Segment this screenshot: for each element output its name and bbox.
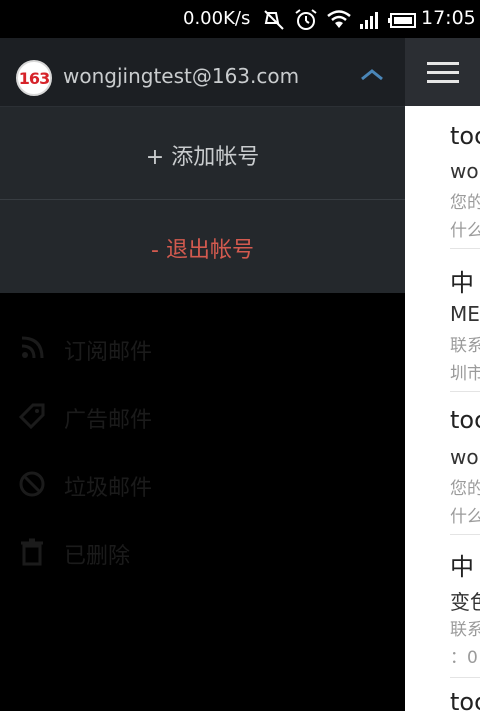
mail-sender: wo: [450, 159, 479, 183]
mail-preview: 圳市: [450, 364, 480, 384]
folder-deleted[interactable]: 已删除: [0, 532, 405, 572]
mail-preview: 联系: [450, 336, 480, 356]
mail-item[interactable]: 中 变色 联系 ：0: [450, 535, 480, 678]
mail-item[interactable]: toc: [450, 678, 480, 711]
folder-label: 已删除: [64, 544, 131, 569]
mail-subject: toc: [450, 688, 480, 711]
clock: 17:05: [421, 7, 476, 29]
mail-sender: 变色: [450, 590, 480, 614]
mail-subject: 中: [450, 269, 474, 297]
mail-subject: toc: [450, 122, 480, 150]
alarm-icon: [295, 9, 317, 30]
mail-preview: 您的: [450, 193, 480, 213]
account-menu: + 添加帐号 - 退出帐号: [0, 107, 405, 293]
add-account-button[interactable]: + 添加帐号: [0, 107, 405, 200]
hamburger-menu-icon[interactable]: [405, 38, 480, 106]
add-account-label: + 添加帐号: [145, 145, 260, 170]
navigation-drawer: 163 wongjingtest@163.com + 添加帐号 - 退出帐号 订…: [0, 38, 405, 711]
status-bar: 0.00K/s 17:05: [0, 0, 480, 38]
mail-item[interactable]: toc wo 您的 什么: [450, 106, 480, 249]
mail-sender: wo: [450, 445, 479, 469]
folder-spam[interactable]: 垃圾邮件: [0, 464, 405, 504]
mail-item[interactable]: 中 ME 联系 圳市: [450, 249, 480, 392]
mail-item[interactable]: toc wo 您的 什么: [450, 392, 480, 535]
mail-toolbar: [405, 38, 480, 106]
mute-icon: [264, 10, 284, 30]
folder-label: 订阅邮件: [64, 340, 153, 365]
mail-sender: ME: [450, 302, 480, 326]
wifi-icon: [327, 10, 351, 28]
folder-label: 广告邮件: [64, 408, 153, 433]
account-logo: 163: [16, 60, 52, 96]
tag-icon: [18, 403, 45, 430]
account-email: wongjingtest@163.com: [63, 64, 300, 88]
folder-subscriptions[interactable]: 订阅邮件: [0, 328, 405, 368]
mail-preview: 您的: [450, 479, 480, 499]
mail-preview: 联系: [450, 620, 480, 640]
logout-button[interactable]: - 退出帐号: [0, 200, 405, 292]
spam-icon: [19, 471, 45, 497]
mail-preview: 什么: [450, 507, 480, 527]
trash-icon: [21, 538, 43, 566]
battery-icon: [388, 13, 416, 28]
mail-subject: toc: [450, 406, 480, 434]
mail-preview: 什么: [450, 221, 480, 241]
subscribe-icon: [21, 336, 44, 359]
account-header[interactable]: 163 wongjingtest@163.com: [0, 38, 405, 107]
mail-preview: ：0: [450, 648, 478, 668]
chevron-up-icon[interactable]: [360, 68, 384, 82]
logout-label: - 退出帐号: [151, 238, 254, 263]
mail-list-pane: toc wo 您的 什么 中 ME 联系 圳市 toc wo 您的 什么 中 变…: [405, 38, 480, 711]
signal-icon: [360, 12, 378, 29]
network-speed: 0.00K/s: [183, 8, 251, 29]
folder-ads[interactable]: 广告邮件: [0, 396, 405, 436]
logo-text: 163: [18, 69, 50, 88]
folder-label: 垃圾邮件: [64, 476, 153, 501]
mail-subject: 中: [450, 553, 474, 581]
